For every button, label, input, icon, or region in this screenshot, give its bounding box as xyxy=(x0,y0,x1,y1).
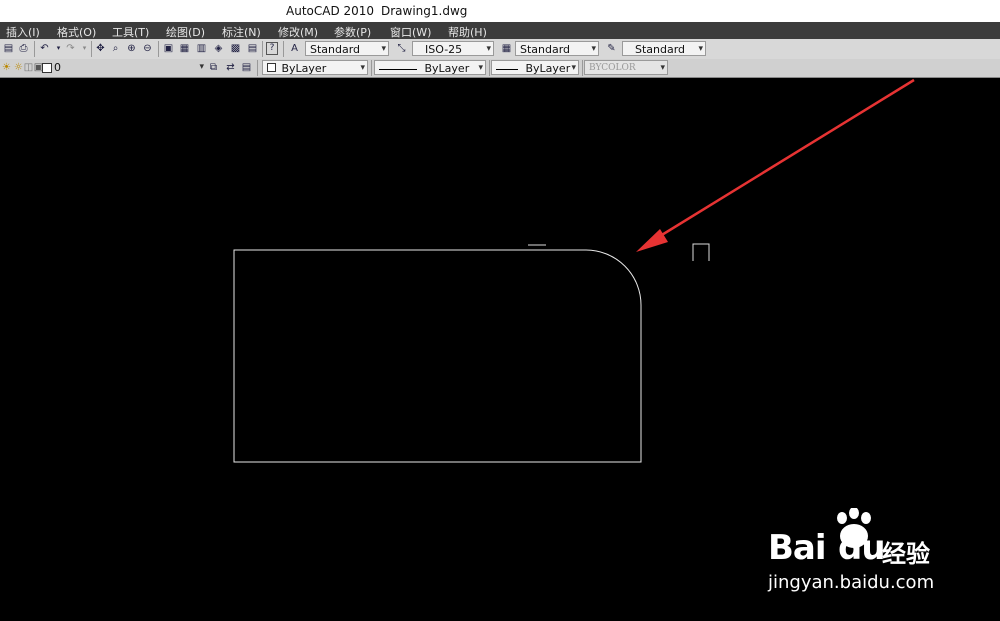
undo-icon[interactable]: ↶ xyxy=(38,42,51,55)
app-title: AutoCAD 2010 xyxy=(286,4,375,18)
multileader-style-combo[interactable]: Standard ▾ xyxy=(622,41,706,56)
cursor-pickbox xyxy=(692,243,710,261)
chevron-down-icon: ▾ xyxy=(591,44,596,54)
plotstyle-combo[interactable]: BYCOLOR ▾ xyxy=(584,60,668,75)
chevron-down-icon: ▾ xyxy=(478,63,483,73)
dim-style-icon[interactable]: ⤡ xyxy=(395,42,408,55)
standard-toolbar: ▤ ⎙ ↶ ▾ ↷ ▾ ✥ ⌕ ⊕ ⊖ ▣ ▦ ▥ ◈ ▩ ▤ ? A Stan… xyxy=(0,39,1000,60)
filleted-rectangle[interactable] xyxy=(233,249,642,463)
linetype-combo[interactable]: ByLayer ▾ xyxy=(374,60,486,75)
menu-format[interactable]: 格式(O) xyxy=(57,24,96,40)
table-style-icon[interactable]: ▦ xyxy=(500,42,513,55)
design-center-icon[interactable]: ▦ xyxy=(178,42,191,55)
table-style-value: Standard xyxy=(520,43,571,56)
zoom-realtime-icon[interactable]: ⌕ xyxy=(109,42,122,55)
baidu-logo-bai: Bai xyxy=(768,528,827,568)
properties-icon[interactable]: ▣ xyxy=(162,42,175,55)
layer-value: 0 xyxy=(54,61,61,74)
file-title: Drawing1.dwg xyxy=(381,4,468,18)
toolbar-separator xyxy=(582,60,583,76)
watermark-url: jingyan.baidu.com xyxy=(768,572,935,593)
menu-draw[interactable]: 绘图(D) xyxy=(166,24,205,40)
help-icon[interactable]: ? xyxy=(266,42,278,55)
publish-icon[interactable]: ▤ xyxy=(2,42,15,55)
menu-modify[interactable]: 修改(M) xyxy=(278,24,318,40)
plot-icon[interactable]: ⎙ xyxy=(17,42,30,55)
menu-parametric[interactable]: 参数(P) xyxy=(334,24,371,40)
menu-help[interactable]: 帮助(H) xyxy=(448,24,487,40)
sheet-set-icon[interactable]: ◈ xyxy=(212,42,225,55)
toolbar-separator xyxy=(34,41,35,57)
calculator-icon[interactable]: ▤ xyxy=(246,42,259,55)
title-bar: AutoCAD 2010 Drawing1.dwg xyxy=(0,0,1000,22)
toolbar-separator xyxy=(371,60,372,76)
chevron-down-icon: ▾ xyxy=(486,44,491,54)
lineweight-combo[interactable]: ByLayer ▾ xyxy=(491,60,579,75)
toolbar-separator xyxy=(489,60,490,76)
chevron-down-icon: ▾ xyxy=(660,63,665,73)
multileader-style-value: Standard xyxy=(635,43,686,56)
toolbar-separator xyxy=(257,60,258,76)
plotstyle-value: BYCOLOR xyxy=(589,63,636,73)
chevron-down-icon: ▾ xyxy=(199,62,204,72)
menu-insert[interactable]: 插入(I) xyxy=(6,24,40,40)
color-value: ByLayer xyxy=(281,62,327,75)
toolbar-separator xyxy=(91,41,92,57)
jingyan-logo-text: 经验 xyxy=(882,540,930,568)
text-style-combo[interactable]: Standard ▾ xyxy=(305,41,389,56)
pan-icon[interactable]: ✥ xyxy=(94,42,107,55)
table-style-combo[interactable]: Standard ▾ xyxy=(515,41,599,56)
dim-style-combo[interactable]: ISO-25 ▾ xyxy=(412,41,494,56)
text-style-value: Standard xyxy=(310,43,361,56)
chevron-down-icon: ▾ xyxy=(360,63,365,73)
menu-tools[interactable]: 工具(T) xyxy=(112,24,149,40)
annotation-arrow-line xyxy=(651,78,915,243)
chevron-down-icon: ▾ xyxy=(571,63,576,73)
menu-window[interactable]: 窗口(W) xyxy=(390,24,431,40)
dim-style-value: ISO-25 xyxy=(425,43,463,56)
lineweight-preview xyxy=(496,68,518,70)
redo-icon[interactable]: ↷ xyxy=(64,42,77,55)
zoom-window-icon[interactable]: ⊕ xyxy=(125,42,138,55)
lineweight-value: ByLayer xyxy=(525,62,571,75)
color-combo[interactable]: ByLayer ▾ xyxy=(262,60,368,75)
markup-icon[interactable]: ▩ xyxy=(229,42,242,55)
toolbar-separator xyxy=(262,41,263,57)
make-current-layer-icon[interactable]: ⧉ xyxy=(207,61,220,74)
chevron-down-icon: ▾ xyxy=(381,44,386,54)
chevron-down-icon: ▾ xyxy=(698,44,703,54)
baidu-logo-du: du xyxy=(838,528,886,568)
layer-previous-icon[interactable]: ⇄ xyxy=(224,61,237,74)
toolbar-separator xyxy=(158,41,159,57)
menu-dimension[interactable]: 标注(N) xyxy=(222,24,261,40)
tool-palettes-icon[interactable]: ▥ xyxy=(195,42,208,55)
drawing-canvas[interactable]: Bai du 经验 jingyan.baidu.com xyxy=(0,78,1000,617)
redo-dropdown-icon[interactable]: ▾ xyxy=(78,42,91,55)
linetype-value: ByLayer xyxy=(424,62,470,75)
toolbar-separator xyxy=(283,41,284,57)
text-style-icon[interactable]: A xyxy=(288,42,301,55)
linetype-preview xyxy=(379,68,417,70)
multileader-style-icon[interactable]: ✎ xyxy=(605,42,618,55)
menu-bar: 插入(I) 格式(O) 工具(T) 绘图(D) 标注(N) 修改(M) 参数(P… xyxy=(0,22,1000,39)
annotation-arrow-head xyxy=(636,229,668,252)
color-swatch xyxy=(267,63,276,72)
layers-toolbar: ☀ ☼ ◫ ▣ 0 ▾ ⧉ ⇄ ▤ ByLayer ▾ ByLayer ▾ By… xyxy=(0,59,1000,78)
layer-properties-icon[interactable]: ▤ xyxy=(240,61,253,74)
layer-combo[interactable]: 0 ▾ xyxy=(50,60,206,75)
zoom-previous-icon[interactable]: ⊖ xyxy=(141,42,154,55)
